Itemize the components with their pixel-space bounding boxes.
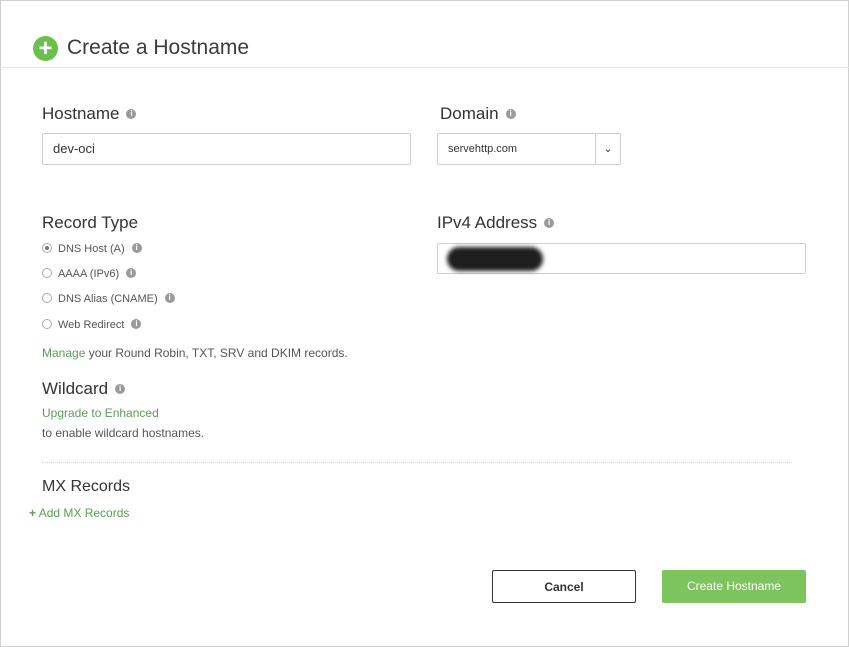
manage-records-text: Manage your Round Robin, TXT, SRV and DK… (42, 346, 348, 360)
domain-select[interactable]: servehttp.com ⌄ (437, 133, 621, 165)
domain-value: servehttp.com (448, 143, 518, 155)
ipv4-label-row: IPv4 Address i (437, 213, 555, 233)
hostname-value: dev-oci (53, 141, 95, 156)
cancel-button[interactable]: Cancel (492, 570, 636, 603)
radio-dns-host-a[interactable]: DNS Host (A) i (42, 243, 142, 255)
hostname-label: Hostname (42, 104, 120, 123)
hostname-input[interactable]: dev-oci (42, 133, 411, 165)
info-icon[interactable]: i (544, 217, 555, 228)
manage-link[interactable]: Manage (42, 346, 85, 360)
radio-label: DNS Host (A) (58, 243, 125, 255)
info-icon[interactable]: i (164, 293, 175, 304)
section-divider (42, 462, 792, 463)
manage-description: your Round Robin, TXT, SRV and DKIM reco… (85, 346, 348, 360)
dialog-header: + Create a Hostname (0, 0, 849, 68)
plus-icon: + (29, 506, 37, 520)
radio-button-checked[interactable] (42, 243, 52, 254)
chevron-down-icon[interactable]: ⌄ (595, 134, 620, 164)
info-icon[interactable]: i (115, 383, 126, 394)
domain-label: Domain (440, 104, 499, 123)
add-mx-label: Add MX Records (38, 506, 130, 520)
wildcard-label: Wildcard (42, 379, 109, 398)
radio-button[interactable] (42, 268, 52, 279)
info-icon[interactable]: i (131, 243, 142, 254)
radio-label: DNS Alias (CNAME) (58, 293, 158, 305)
add-mx-records-link[interactable]: + Add MX Records (29, 506, 129, 520)
radio-button[interactable] (42, 293, 52, 304)
ipv4-label: IPv4 Address (437, 213, 538, 232)
radio-label: Web Redirect (58, 319, 125, 331)
page-title: Create a Hostname (67, 36, 250, 59)
create-hostname-button[interactable]: Create Hostname (662, 570, 806, 603)
radio-button[interactable] (42, 319, 52, 330)
record-type-label: Record Type (42, 213, 139, 232)
info-icon[interactable]: i (126, 268, 137, 279)
plus-circle-icon: + (33, 36, 58, 61)
mx-records-label: MX Records (42, 478, 131, 495)
redacted-ip-mask (447, 247, 543, 271)
upgrade-link[interactable]: Upgrade to Enhanced (42, 406, 159, 420)
wildcard-description: to enable wildcard hostnames. (42, 426, 205, 440)
radio-aaaa-ipv6[interactable]: AAAA (IPv6) i (42, 268, 137, 280)
info-icon[interactable]: i (126, 108, 137, 119)
hostname-label-row: Hostname i (42, 104, 137, 124)
info-icon[interactable]: i (131, 319, 142, 330)
info-icon[interactable]: i (505, 108, 516, 119)
domain-label-row: Domain i (440, 104, 516, 124)
wildcard-label-row: Wildcard i (42, 379, 126, 399)
radio-dns-alias-cname[interactable]: DNS Alias (CNAME) i (42, 293, 175, 305)
radio-label: AAAA (IPv6) (58, 268, 120, 280)
radio-web-redirect[interactable]: Web Redirect i (42, 319, 142, 331)
